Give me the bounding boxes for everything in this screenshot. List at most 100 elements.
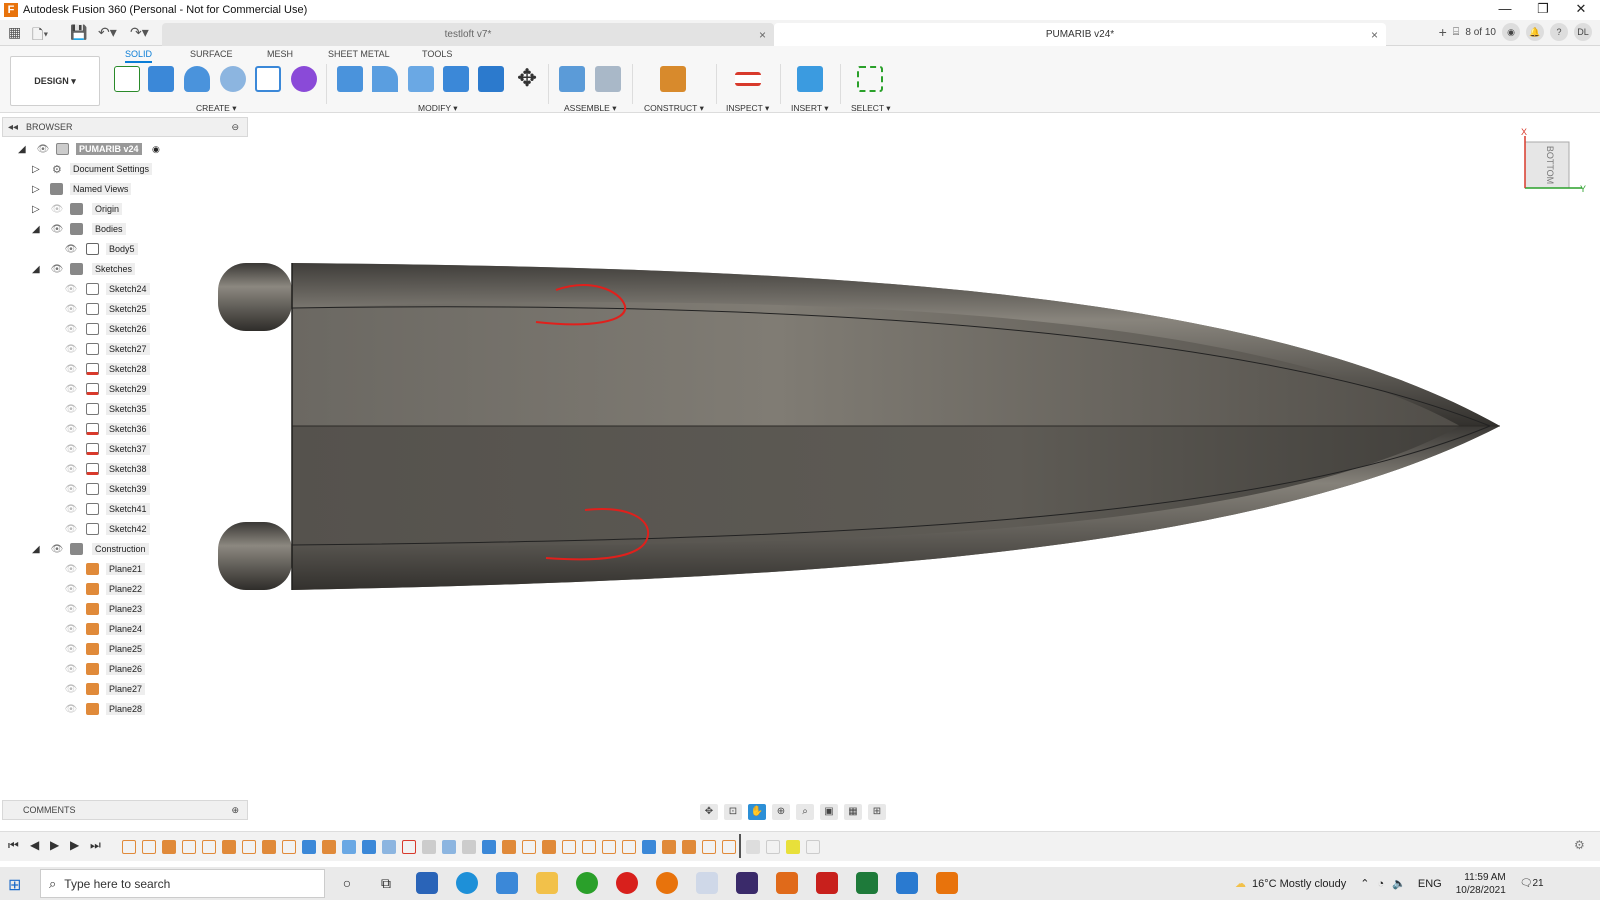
clock[interactable]: 11:59 AM 10/28/2021: [1456, 871, 1506, 897]
restore-button[interactable]: ❐: [1524, 0, 1562, 20]
visibility-eye-icon[interactable]: 👁: [64, 304, 78, 315]
minimize-button[interactable]: —: [1486, 0, 1524, 20]
help-icon[interactable]: ?: [1550, 23, 1568, 41]
mcafee-icon[interactable]: [816, 872, 838, 894]
visibility-eye-icon[interactable]: 👁: [64, 364, 78, 375]
timeline-suppressed-feature[interactable]: [806, 840, 820, 854]
visibility-eye-icon[interactable]: 👁: [50, 204, 64, 215]
timeline-suppressed-feature[interactable]: [746, 840, 760, 854]
windows-start-icon[interactable]: ⊞: [8, 875, 21, 895]
visibility-eye-icon[interactable]: 👁: [64, 484, 78, 495]
timeline-sketch-feature[interactable]: [722, 840, 736, 854]
tab-mesh[interactable]: MESH: [267, 49, 293, 59]
fusion-taskbar-icon[interactable]: [936, 872, 958, 894]
timeline-extrude-feature[interactable]: [642, 840, 656, 854]
boat-hull-body[interactable]: [218, 263, 1500, 590]
look-at-icon[interactable]: ⊡: [724, 804, 742, 820]
visibility-eye-icon[interactable]: 👁: [64, 684, 78, 695]
tab-tools[interactable]: TOOLS: [422, 49, 452, 59]
timeline-extrude-feature[interactable]: [362, 840, 376, 854]
timeline-settings-gear-icon[interactable]: ⚙: [1574, 838, 1585, 852]
save-icon[interactable]: 💾: [70, 24, 87, 41]
task-view-icon[interactable]: ⧉: [375, 872, 397, 894]
measure-icon[interactable]: [735, 72, 761, 86]
excel-icon[interactable]: [856, 872, 878, 894]
visibility-eye-icon[interactable]: 👁: [64, 604, 78, 615]
notification-center-icon[interactable]: 🗨21: [1520, 878, 1544, 889]
tab-surface[interactable]: SURFACE: [190, 49, 233, 59]
form-icon[interactable]: [291, 66, 317, 92]
activate-radio-icon[interactable]: ◉: [152, 144, 160, 155]
timeline-plane-feature[interactable]: [662, 840, 676, 854]
taskbar-search[interactable]: ⌕ Type here to search: [40, 869, 325, 898]
visibility-eye-icon[interactable]: 👁: [50, 264, 64, 275]
tab-testloft[interactable]: testloft v7* ×: [162, 23, 774, 46]
timeline-sketch-feature[interactable]: [122, 840, 136, 854]
revolve-icon[interactable]: [184, 66, 210, 92]
timeline-sketch-feature[interactable]: [182, 840, 196, 854]
step-back-icon[interactable]: ◀: [30, 838, 39, 852]
expanded-icon[interactable]: ◢: [32, 544, 44, 555]
timeline-plane-feature[interactable]: [542, 840, 556, 854]
undo-icon[interactable]: ↶▾: [98, 24, 117, 41]
doc-count[interactable]: 8 of 10: [1465, 27, 1496, 38]
redo-icon[interactable]: ↷▾: [130, 24, 149, 41]
tab-solid[interactable]: SOLID: [125, 49, 153, 63]
chamfer-icon[interactable]: [408, 66, 434, 92]
create-sketch-icon[interactable]: [114, 66, 140, 92]
expanded-icon[interactable]: ◢: [32, 264, 44, 275]
visibility-eye-icon[interactable]: 👁: [64, 424, 78, 435]
timeline-plane-feature[interactable]: [502, 840, 516, 854]
visibility-eye-icon[interactable]: 👁: [50, 544, 64, 555]
matlab-icon[interactable]: [776, 872, 798, 894]
close-window-button[interactable]: ✕: [1562, 0, 1600, 20]
timeline-move-feature[interactable]: [422, 840, 436, 854]
timeline-sketch-feature[interactable]: [242, 840, 256, 854]
timeline-sketch-feature[interactable]: [522, 840, 536, 854]
visibility-eye-icon[interactable]: 👁: [64, 524, 78, 535]
visibility-eye-icon[interactable]: 👁: [64, 464, 78, 475]
visibility-eye-icon[interactable]: 👁: [64, 324, 78, 335]
timeline-loft-feature[interactable]: [382, 840, 396, 854]
select-box-icon[interactable]: [857, 66, 883, 92]
model-viewport[interactable]: BOTTOM X Y: [0, 113, 1600, 818]
fit-icon[interactable]: ⌕: [796, 804, 814, 820]
timeline-sketch-feature[interactable]: [582, 840, 596, 854]
grid-settings-icon[interactable]: ▦: [844, 804, 862, 820]
visibility-eye-icon[interactable]: 👁: [64, 624, 78, 635]
taskbar-app-icon[interactable]: [416, 872, 438, 894]
timeline-selected-feature[interactable]: [786, 840, 800, 854]
panel-pin-icon[interactable]: ⊖: [231, 122, 239, 133]
expanded-icon[interactable]: ◢: [32, 224, 44, 235]
timeline-extrude-feature[interactable]: [482, 840, 496, 854]
notifications-icon[interactable]: 🔔: [1526, 23, 1544, 41]
chevron-up-icon[interactable]: ⌃: [1360, 877, 1369, 890]
timeline-sketch-feature[interactable]: [602, 840, 616, 854]
timeline-plane-feature[interactable]: [162, 840, 176, 854]
timeline-marker[interactable]: [739, 834, 741, 858]
visibility-eye-icon[interactable]: 👁: [64, 704, 78, 715]
visibility-eye-icon[interactable]: 👁: [36, 144, 50, 155]
combine-icon[interactable]: [478, 66, 504, 92]
collapsed-icon[interactable]: ▷: [32, 164, 44, 175]
timeline-plane-feature[interactable]: [682, 840, 696, 854]
fillet-icon[interactable]: [372, 66, 398, 92]
file-explorer-icon[interactable]: [536, 872, 558, 894]
firefox-icon[interactable]: [656, 872, 678, 894]
insert-image-icon[interactable]: [797, 66, 823, 92]
opera-icon[interactable]: [616, 872, 638, 894]
step-forward-icon[interactable]: ▶: [70, 838, 79, 852]
visibility-eye-icon[interactable]: 👁: [64, 564, 78, 575]
visibility-eye-icon[interactable]: 👁: [64, 404, 78, 415]
timeline-plane-feature[interactable]: [322, 840, 336, 854]
timeline-sketch-feature[interactable]: [702, 840, 716, 854]
visibility-eye-icon[interactable]: 👁: [64, 504, 78, 515]
timeline-suppressed-feature[interactable]: [766, 840, 780, 854]
visibility-eye-icon[interactable]: 👁: [64, 444, 78, 455]
browser-panel-header[interactable]: ◂◂ BROWSER ⊖: [2, 117, 248, 137]
close-tab-icon[interactable]: ×: [759, 28, 766, 42]
new-tab-icon[interactable]: +: [1439, 24, 1447, 40]
tab-sheet-metal[interactable]: SHEET METAL: [328, 49, 390, 59]
jobs-icon[interactable]: ⌸: [1453, 26, 1460, 39]
visibility-eye-icon[interactable]: 👁: [64, 344, 78, 355]
